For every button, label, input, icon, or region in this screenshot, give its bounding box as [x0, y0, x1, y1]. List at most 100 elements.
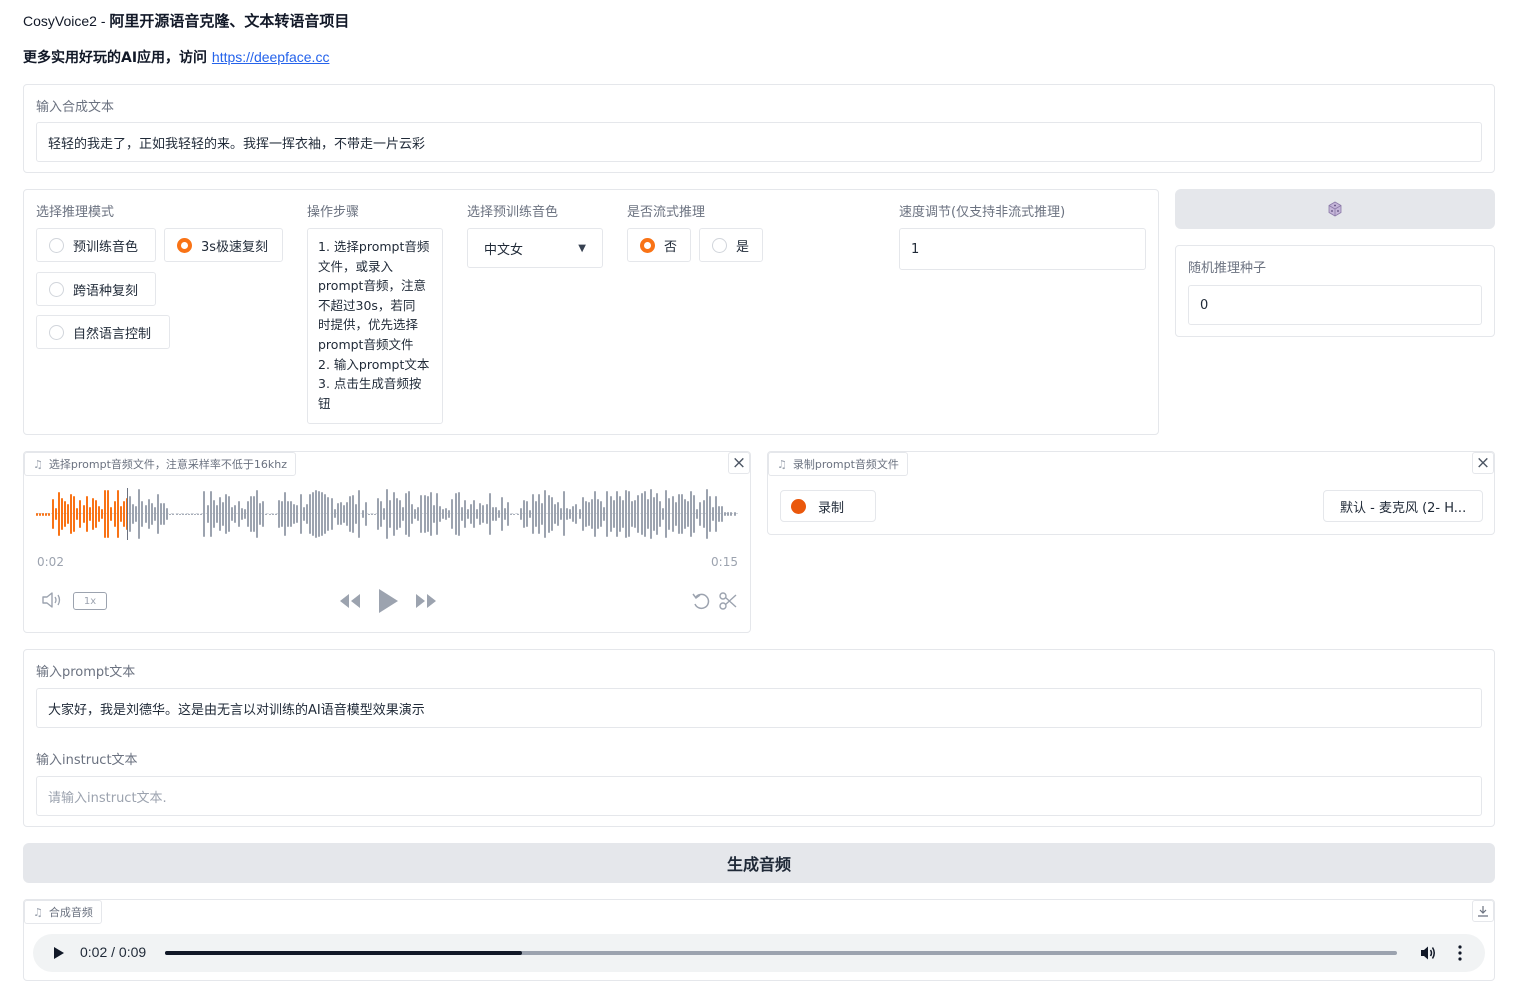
waveform-bar: [563, 491, 565, 537]
prompt-text-input[interactable]: 大家好，我是刘德华。这是由无言以对训练的AI语音模型效果演示: [36, 688, 1482, 728]
waveform-bar: [634, 499, 637, 529]
rewind-icon[interactable]: [338, 592, 362, 610]
output-audio-tag: ♫ 合成音频: [24, 900, 102, 924]
waveform-bar: [559, 508, 562, 520]
waveform-bar: [156, 493, 159, 535]
playback-rate-label: 1x: [83, 595, 97, 607]
waveform-bar: [113, 500, 116, 528]
play-icon[interactable]: [53, 946, 65, 960]
waveform-bar: [305, 504, 308, 524]
steps-line: 时提供，优先选择: [318, 317, 419, 333]
mode-option-3s-clone[interactable]: 3s极速复刻: [164, 228, 283, 262]
mode-option-instruct[interactable]: 自然语言控制: [36, 315, 170, 349]
download-icon[interactable]: [1472, 900, 1494, 922]
stream-option-yes[interactable]: 是: [699, 228, 763, 262]
player-progress-track[interactable]: [165, 951, 1397, 955]
voice-dropdown[interactable]: 中文女 ▼: [467, 228, 603, 268]
mode-option-cross-lingual[interactable]: 跨语种复刻: [36, 272, 156, 306]
waveform-bar: [225, 494, 228, 534]
fast-forward-icon[interactable]: [414, 592, 438, 610]
record-button[interactable]: 录制: [780, 490, 876, 522]
mode-option-label: 自然语言控制: [73, 326, 152, 342]
random-seed-button[interactable]: [1175, 189, 1495, 229]
waveform-bar: [107, 489, 110, 539]
mode-option-label: 跨语种复刻: [73, 283, 139, 299]
waveform-bar: [91, 498, 94, 530]
waveform-bar: [426, 496, 429, 532]
waveform-bar: [311, 491, 314, 537]
waveform-bar: [646, 498, 649, 530]
steps-line: 文件，或录入: [318, 258, 394, 274]
waveform-bar: [476, 508, 479, 520]
waveform-bar: [277, 499, 280, 529]
speed-input[interactable]: 1: [899, 228, 1146, 270]
play-icon[interactable]: [376, 587, 400, 615]
waveform-bar: [708, 496, 711, 532]
waveform-bar: [175, 513, 178, 515]
microphone-select[interactable]: 默认 - 麦克风 (2- H...: [1323, 490, 1483, 522]
title-text: 阿里开源语音克隆、文本转语音项目: [109, 12, 350, 30]
playhead[interactable]: [127, 488, 129, 540]
waveform-bar: [470, 504, 472, 524]
seed-input[interactable]: 0: [1188, 285, 1482, 325]
mode-option-label: 预训练音色: [73, 239, 139, 255]
waveform-bar: [528, 509, 531, 519]
instruct-text-input[interactable]: 请输入instruct文本.: [36, 776, 1482, 816]
waveform-bar: [308, 493, 311, 535]
waveform-bar: [82, 505, 85, 523]
waveform-bar: [652, 496, 655, 532]
playback-rate-button[interactable]: 1x: [73, 592, 107, 610]
mode-label: 选择推理模式: [36, 205, 115, 220]
undo-icon[interactable]: [691, 591, 711, 611]
waveform-bar: [209, 491, 212, 537]
waveform-bar: [101, 508, 104, 520]
waveform-bar: [274, 513, 277, 515]
prompt-audio-label: 选择prompt音频文件，注意采样率不低于16khz: [48, 458, 287, 471]
trim-scissors-icon[interactable]: [718, 591, 738, 611]
waveform-bar: [621, 500, 624, 528]
waveform-bar: [318, 490, 321, 538]
audio-player[interactable]: 0:02 / 0:09: [33, 934, 1485, 972]
waveform-bar: [671, 496, 674, 532]
waveform[interactable]: [36, 486, 738, 542]
close-icon[interactable]: ×: [1472, 452, 1494, 474]
waveform-bar: [51, 499, 54, 529]
volume-icon[interactable]: [41, 591, 63, 609]
waveform-bar: [674, 501, 677, 527]
waveform-bar: [215, 505, 218, 523]
page-subtitle: 更多实用好玩的AI应用，访问 https://deepface.cc: [23, 47, 329, 67]
waveform-bar: [119, 506, 122, 522]
deepface-link[interactable]: https://deepface.cc: [212, 49, 330, 65]
more-options-icon[interactable]: [1453, 944, 1467, 962]
waveform-bar: [150, 503, 153, 525]
generate-audio-label: 生成音频: [726, 855, 791, 874]
synth-text-value: 轻轻的我走了，正如我轻轻的来。我挥一挥衣袖，不带走一片云彩: [48, 136, 426, 152]
record-label: 录制prompt音频文件: [792, 458, 899, 471]
waveform-bar: [625, 489, 627, 539]
waveform-bar: [249, 495, 252, 533]
synth-text-input[interactable]: 轻轻的我走了，正如我轻轻的来。我挥一挥衣袖，不带走一片云彩: [36, 122, 1482, 162]
waveform-bar: [39, 512, 42, 516]
waveform-bar: [178, 513, 181, 515]
waveform-bar: [612, 499, 615, 529]
waveform-bar: [547, 494, 550, 534]
waveform-bar: [184, 513, 187, 515]
steps-line: prompt音频文件: [318, 336, 414, 352]
volume-icon[interactable]: [1419, 944, 1437, 962]
waveform-bar: [727, 512, 730, 516]
waveform-bar: [218, 497, 221, 531]
waveform-bar: [352, 494, 355, 534]
waveform-bar: [507, 501, 510, 527]
mode-option-pretrained[interactable]: 预训练音色: [36, 228, 156, 262]
waveform-bar: [435, 492, 438, 536]
download-arrow-icon: [1478, 906, 1488, 917]
generate-audio-button[interactable]: 生成音频: [23, 843, 1495, 883]
close-icon[interactable]: ×: [728, 452, 750, 474]
voice-label: 选择预训练音色: [467, 205, 559, 220]
waveform-bar: [361, 509, 364, 519]
waveform-bar: [572, 506, 575, 522]
waveform-bar: [160, 502, 162, 526]
stream-option-label: 是: [736, 239, 750, 255]
stream-option-no[interactable]: 否: [627, 228, 691, 262]
waveform-bar: [603, 507, 606, 521]
